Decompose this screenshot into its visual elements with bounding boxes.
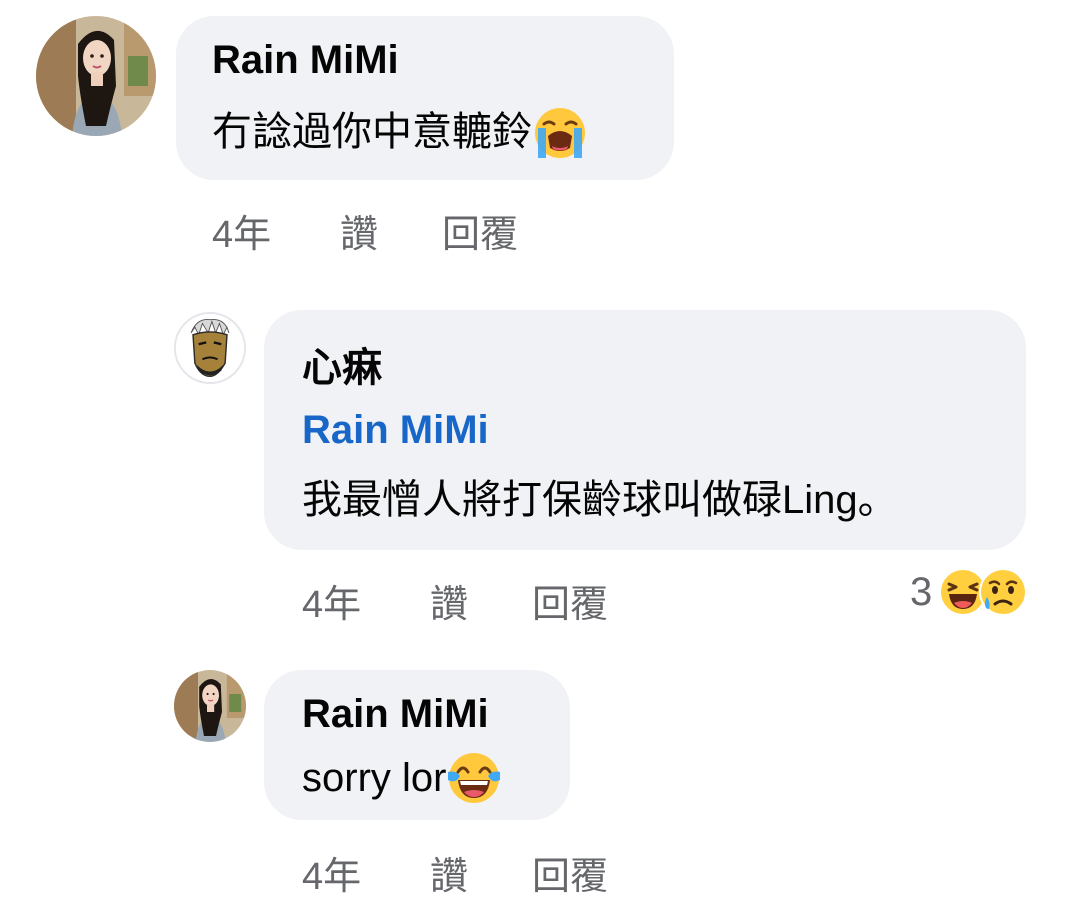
mention-link[interactable]: Rain MiMi	[302, 406, 489, 454]
sad-reaction-icon	[978, 567, 1028, 617]
profile-photo	[174, 670, 246, 742]
comment-text-content: 冇諗過你中意轆鈴	[212, 110, 532, 154]
comment-text: sorry lor	[302, 750, 502, 806]
comment-actions: 4年 讚 回覆	[212, 212, 552, 258]
profile-photo	[176, 314, 244, 382]
loudly-crying-face-icon	[532, 104, 588, 160]
tears-of-joy-face-icon	[446, 750, 502, 806]
comment-timestamp[interactable]: 4年	[212, 212, 271, 258]
like-button[interactable]: 讚	[430, 854, 468, 900]
reply-button[interactable]: 回覆	[532, 854, 608, 900]
comment-author[interactable]: Rain MiMi	[212, 36, 399, 84]
comment-author[interactable]: 心痳	[302, 344, 382, 392]
reaction-summary[interactable]: 3	[910, 566, 1028, 618]
comment-thread: Rain MiMi 冇諗過你中意轆鈴 4年 讚 回覆 心痳 Rain MiMi …	[0, 0, 1079, 924]
comment-text: 我最憎人將打保齡球叫做碌Ling。	[302, 476, 898, 524]
comment-text: 冇諗過你中意轆鈴	[212, 104, 588, 160]
comment-text-content: sorry lor	[302, 756, 447, 800]
avatar[interactable]	[174, 312, 246, 384]
comment-author[interactable]: Rain MiMi	[302, 690, 489, 738]
comment-text-content: 我最憎人將打保齡球叫做碌Ling。	[302, 478, 898, 522]
reaction-count: 3	[910, 569, 933, 614]
reply-button[interactable]: 回覆	[532, 582, 608, 628]
avatar[interactable]	[174, 670, 246, 742]
reply-button[interactable]: 回覆	[442, 212, 518, 258]
avatar[interactable]	[36, 16, 156, 136]
comment-timestamp[interactable]: 4年	[302, 854, 361, 900]
comment-actions: 4年 讚 回覆	[302, 582, 642, 628]
comment-timestamp[interactable]: 4年	[302, 582, 361, 628]
like-button[interactable]: 讚	[430, 582, 468, 628]
profile-photo	[36, 16, 156, 136]
like-button[interactable]: 讚	[340, 212, 378, 258]
comment-actions: 4年 讚 回覆	[302, 854, 642, 900]
